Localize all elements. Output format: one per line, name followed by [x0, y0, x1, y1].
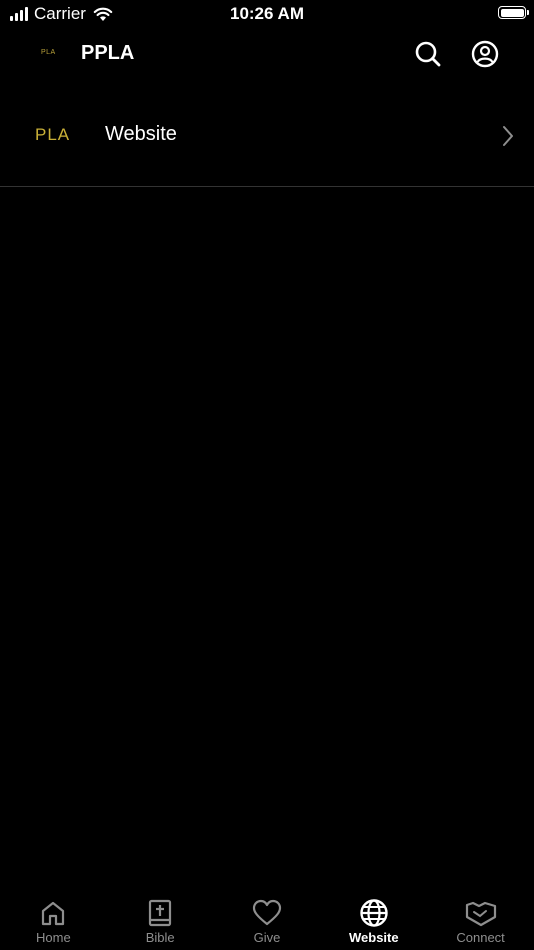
tab-label: Connect — [456, 930, 505, 945]
list-item-label: Website — [105, 123, 177, 145]
tab-label: Website — [348, 930, 399, 945]
home-icon — [42, 901, 65, 926]
tab-bible[interactable]: Bible — [107, 892, 214, 950]
app-logo: PLA — [41, 49, 56, 56]
handshake-icon — [465, 901, 496, 927]
tab-connect[interactable]: Connect — [427, 892, 534, 950]
tab-home[interactable]: Home — [0, 892, 107, 950]
chevron-right-icon — [503, 126, 513, 146]
search-icon — [415, 41, 441, 67]
tab-give[interactable]: Give — [214, 892, 321, 950]
search-button[interactable] — [412, 38, 444, 70]
account-icon — [471, 40, 499, 68]
website-logo: PLA — [35, 125, 71, 144]
tab-website[interactable]: Website — [320, 892, 427, 950]
list-item-website[interactable]: PLA Website — [0, 87, 534, 187]
heart-icon — [252, 899, 282, 926]
tab-bar: Home Bible Give Website Connect — [0, 892, 534, 950]
tab-label: Bible — [145, 930, 175, 945]
profile-button[interactable] — [469, 38, 501, 70]
app-title: PPLA — [81, 42, 135, 64]
app-header: PLA PPLA — [0, 28, 534, 82]
tab-label: Home — [36, 930, 71, 945]
status-bar: Carrier 10:26 AM — [0, 0, 534, 28]
battery-icon — [498, 6, 529, 19]
tab-label: Give — [253, 930, 281, 945]
bible-icon — [149, 899, 172, 927]
globe-icon — [360, 899, 388, 927]
status-time: 10:26 AM — [229, 4, 304, 23]
